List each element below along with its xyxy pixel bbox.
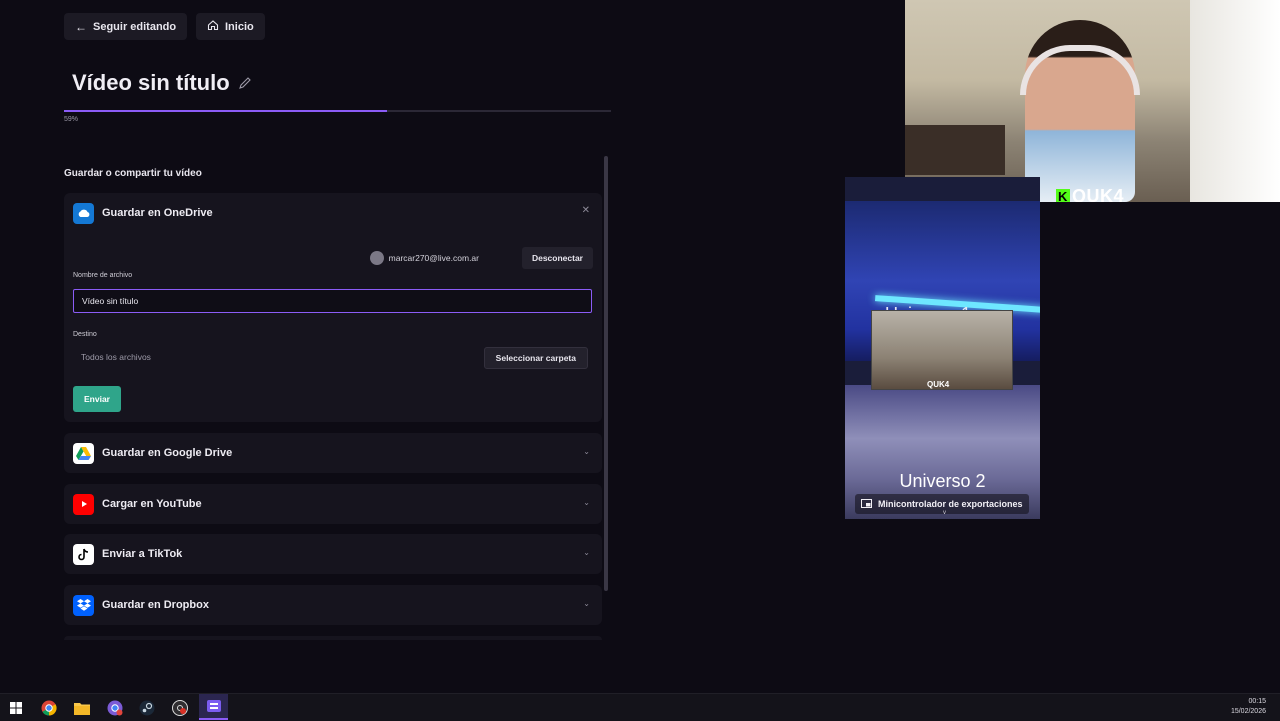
- filename-input[interactable]: [73, 289, 592, 313]
- home-button-label: Inicio: [225, 20, 254, 33]
- mini-controller-button[interactable]: Minicontrolador de exportaciones: [855, 494, 1029, 514]
- chrome-icon[interactable]: [39, 698, 59, 718]
- preview-inner-webcam: [871, 310, 1013, 390]
- onedrive-icon: [73, 202, 94, 224]
- webcam-channel-tag: K QUK4: [1056, 186, 1124, 202]
- dropbox-icon: [73, 594, 94, 616]
- preview-text-universo-2: Universo 2: [899, 471, 986, 491]
- onedrive-account: marcar270@live.com.ar: [369, 251, 479, 265]
- tiktok-panel[interactable]: Enviar a TikTok ⌄: [64, 534, 602, 574]
- mini-controller-label: Minicontrolador de exportaciones: [878, 499, 1023, 509]
- chevron-down-icon[interactable]: ⌄: [583, 599, 590, 608]
- home-icon: [207, 19, 219, 34]
- export-progress-fill: [64, 110, 387, 112]
- chevron-down-icon[interactable]: v: [943, 510, 946, 516]
- export-progress-label: 59%: [64, 116, 79, 123]
- panel-scrollbar[interactable]: [604, 156, 608, 591]
- system-clock[interactable]: 00:15 15/02/2026: [1231, 697, 1266, 717]
- dropbox-panel[interactable]: Guardar en Dropbox ⌄: [64, 585, 602, 625]
- kick-logo-icon: K: [1056, 188, 1070, 202]
- section-heading: Guardar o compartir tu vídeo: [64, 168, 202, 179]
- disconnect-button[interactable]: Desconectar: [521, 247, 593, 269]
- video-title-text: Vídeo sin título: [72, 70, 230, 95]
- youtube-panel[interactable]: Cargar en YouTube ⌄: [64, 484, 602, 524]
- mini-player-icon: [861, 498, 872, 510]
- webcam-window: [1190, 0, 1280, 202]
- video-title[interactable]: Vídeo sin título: [72, 70, 252, 96]
- onedrive-panel-title: Guardar en OneDrive: [102, 207, 213, 219]
- export-progress-bar: [64, 110, 611, 112]
- arrow-left-icon: ←: [75, 19, 87, 34]
- clock-date: 15/02/2026: [1230, 708, 1266, 715]
- back-button[interactable]: ← Seguir editando: [64, 13, 188, 40]
- chevron-down-icon[interactable]: ⌄: [583, 447, 590, 456]
- home-button[interactable]: Inicio: [196, 13, 265, 40]
- tiktok-panel-title: Enviar a TikTok: [102, 548, 183, 560]
- pencil-icon[interactable]: [238, 70, 252, 96]
- windows-start-icon[interactable]: [6, 698, 26, 718]
- filename-label: Nombre de archivo: [73, 272, 133, 279]
- webcam-background: [905, 125, 1005, 175]
- google-drive-icon: [73, 442, 94, 464]
- chevron-down-icon[interactable]: ⌄: [583, 498, 590, 507]
- youtube-icon: [73, 493, 94, 515]
- google-drive-panel-title: Guardar en Google Drive: [102, 447, 233, 459]
- onedrive-panel-header[interactable]: Guardar en OneDrive: [73, 193, 213, 233]
- dropbox-panel-title: Guardar en Dropbox: [102, 599, 209, 611]
- webcam-tag-text: QUK4: [1072, 186, 1125, 202]
- taskbar: 00:15 15/02/2026: [0, 693, 1280, 721]
- account-email: marcar270@live.com.ar: [388, 253, 479, 263]
- obs-icon[interactable]: [170, 698, 190, 718]
- file-explorer-icon[interactable]: [72, 698, 92, 718]
- clipchamp-icon[interactable]: [199, 694, 228, 720]
- video-preview[interactable]: Universo 1 QUK4 Universo 2: [845, 177, 1040, 519]
- destination-label: Destino: [73, 331, 97, 338]
- more-services-panel-edge: [64, 636, 602, 640]
- preview-inner-tag: QUK4: [927, 380, 950, 389]
- back-button-label: Seguir editando: [93, 20, 177, 33]
- onedrive-panel: Guardar en OneDrive ✕ marcar270@live.com…: [64, 193, 602, 422]
- google-drive-panel[interactable]: Guardar en Google Drive ⌄: [64, 433, 602, 473]
- destination-value: Todos los archivos: [81, 352, 151, 362]
- avatar: [369, 251, 384, 265]
- chevron-down-icon[interactable]: ⌄: [583, 548, 590, 557]
- close-icon[interactable]: ✕: [582, 205, 590, 216]
- webcam-overlay: K QUK4: [905, 0, 1280, 202]
- tiktok-icon: [73, 543, 94, 565]
- send-button[interactable]: Enviar: [73, 386, 121, 412]
- youtube-panel-title: Cargar en YouTube: [102, 498, 202, 510]
- select-folder-button[interactable]: Seleccionar carpeta: [483, 347, 588, 369]
- clock-time: 00:15: [1248, 698, 1266, 705]
- chrome-profile-icon[interactable]: [105, 698, 125, 718]
- steam-icon[interactable]: [137, 698, 157, 718]
